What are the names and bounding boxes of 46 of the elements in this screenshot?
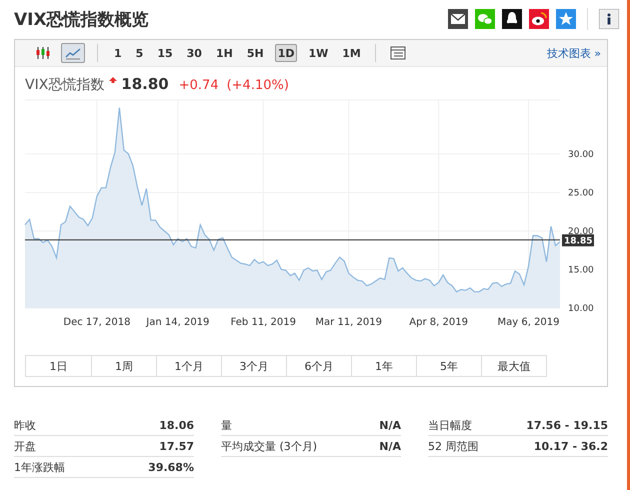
- interval-tab[interactable]: 1: [111, 44, 125, 62]
- stat-label: 平均成交量 (3个月): [221, 438, 318, 454]
- y-axis-label: 15.00: [568, 265, 594, 276]
- x-axis-label: Jan 14, 2019: [146, 317, 210, 328]
- stat-value: 17.57: [159, 440, 194, 452]
- stat-label: 量: [221, 418, 232, 432]
- stat-value: N/A: [379, 440, 401, 452]
- stat-value: 10.17 - 36.2: [534, 440, 608, 452]
- x-axis-label: May 6, 2019: [498, 317, 560, 328]
- mail-icon[interactable]: [448, 9, 468, 29]
- price-tag: 18.85: [562, 234, 594, 246]
- x-axis-label: Mar 11, 2019: [315, 317, 382, 328]
- interval-tab[interactable]: 5: [132, 44, 146, 62]
- candlestick-icon: [35, 46, 51, 60]
- stat-label: 1年涨跌幅: [14, 460, 65, 474]
- x-axis-label: Dec 17, 2018: [63, 317, 130, 328]
- x-axis-label: Apr 8, 2019: [409, 317, 468, 328]
- stat-value: 18.06: [159, 418, 194, 432]
- stat-value: 39.68%: [148, 460, 194, 474]
- eye-logo-icon[interactable]: [529, 9, 549, 29]
- stat-value: 17.56 - 19.15: [526, 418, 608, 432]
- stat-label: 52 周范围: [428, 438, 478, 454]
- interval-tab[interactable]: 30: [184, 44, 205, 62]
- stat-label: 昨收: [14, 418, 36, 432]
- x-axis-label: Feb 11, 2019: [230, 317, 296, 328]
- price: 18.80: [121, 75, 169, 93]
- y-axis-label: 25.00: [568, 188, 594, 198]
- interval-tab[interactable]: 1M: [339, 44, 364, 62]
- price-change: +0.74: [178, 78, 219, 93]
- info-icon[interactable]: [599, 9, 619, 29]
- technical-chart-link[interactable]: 技术图表 »: [546, 46, 601, 60]
- stat-label: 开盘: [14, 438, 36, 454]
- stat-label: 当日幅度: [428, 418, 472, 432]
- stat-value: N/A: [379, 418, 401, 432]
- interval-tab[interactable]: 15: [154, 44, 176, 62]
- interval-tab[interactable]: 5H: [244, 44, 267, 62]
- y-axis-label: 20.00: [568, 226, 594, 237]
- interval-tab[interactable]: 1W: [305, 44, 332, 62]
- page-title: VIX恐慌指数概览: [14, 8, 149, 30]
- percent-change: (+4.10%): [226, 78, 289, 93]
- y-axis-label: 30.00: [568, 150, 594, 160]
- line-chart-icon: [65, 46, 81, 60]
- interval-tab[interactable]: 1D: [274, 44, 298, 62]
- index-name: VIX恐慌指数: [25, 76, 104, 94]
- y-axis-label: 10.00: [568, 304, 594, 314]
- interval-tab[interactable]: 1H: [212, 44, 236, 62]
